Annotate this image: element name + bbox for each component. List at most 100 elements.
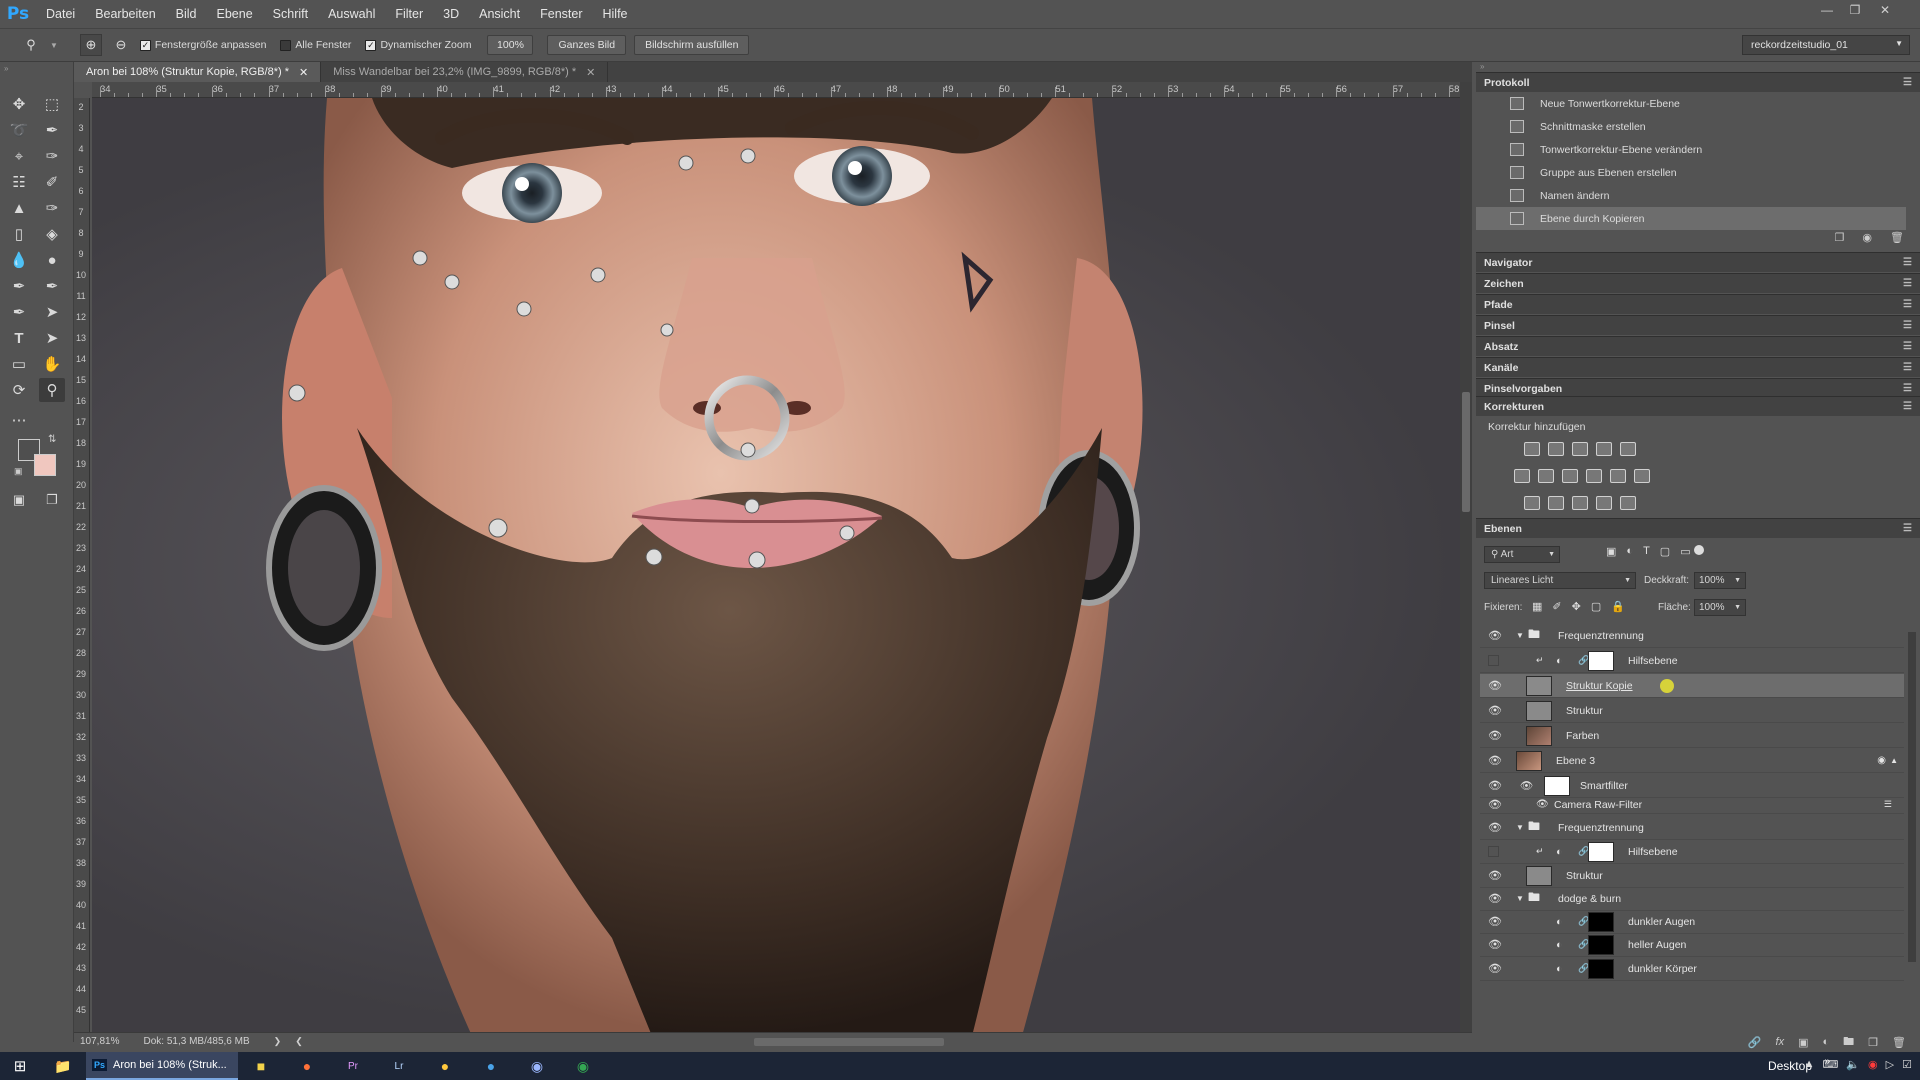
status-menu-arrow-icon[interactable]: ❯ <box>274 1036 282 1047</box>
history-item[interactable]: Neue Tonwertkorrektur-Ebene <box>1476 92 1906 115</box>
color-balance-icon[interactable] <box>1538 469 1554 483</box>
layer-name[interactable]: Frequenztrennung <box>1558 630 1644 642</box>
photo-filter-icon[interactable] <box>1586 469 1602 483</box>
layer-mask-thumbnail[interactable] <box>1588 911 1614 932</box>
menu-bild[interactable]: Bild <box>166 7 207 21</box>
panel-menu-icon[interactable]: ☰ <box>1903 320 1912 331</box>
blend-mode-select[interactable]: Lineares Licht ▼ <box>1484 572 1636 589</box>
group-expand-chevron-icon[interactable]: ▼ <box>1516 631 1524 640</box>
visibility-eye-icon[interactable]: 👁 <box>1488 938 1502 951</box>
fx-icon[interactable]: fx <box>1776 1036 1785 1048</box>
document-size[interactable]: Dok: 51,3 MB/485,6 MB <box>143 1036 249 1047</box>
new-group-icon[interactable]: 🖿 <box>1843 1033 1854 1052</box>
layer-row[interactable]: 👁 ▼ 🖿 Frequenztrennung <box>1480 624 1904 648</box>
lock-transparent-icon[interactable]: ▦ <box>1532 600 1542 613</box>
tray-up-icon[interactable]: ▲ <box>1804 1058 1815 1071</box>
clone-stamp-tool-icon[interactable]: ▲ <box>6 196 32 220</box>
move-tool-icon[interactable]: ✥ <box>6 92 32 116</box>
chrome-icon[interactable]: ◉ <box>560 1052 606 1080</box>
panel-collapse-icon[interactable]: » <box>1480 62 1484 71</box>
marquee-tool-icon[interactable]: ⬚ <box>39 92 65 116</box>
panel-menu-icon[interactable]: ☰ <box>1903 401 1912 412</box>
fit-screen-button[interactable]: Ganzes Bild <box>547 35 627 55</box>
notifications-icon[interactable]: ☑ <box>1902 1058 1912 1071</box>
layer-name[interactable]: dodge & burn <box>1558 893 1621 905</box>
visibility-eye-icon[interactable]: 👁 <box>1488 704 1502 717</box>
link-layers-icon[interactable]: 🔗 <box>1748 1036 1762 1049</box>
quick-selection-tool-icon[interactable]: ✒ <box>39 118 65 142</box>
filter-type-icon[interactable]: T <box>1643 545 1650 558</box>
layer-row[interactable]: 👁 Struktur <box>1480 699 1904 723</box>
tab-aron[interactable]: Aron bei 108% (Struktur Kopie, RGB/8*) *… <box>74 62 322 82</box>
panel-menu-icon[interactable]: ☰ <box>1903 257 1912 268</box>
browser-icon[interactable]: ● <box>468 1052 514 1080</box>
hand-tool-icon[interactable]: ✋ <box>39 352 65 376</box>
paint-bucket-tool-icon[interactable]: ◈ <box>39 222 65 246</box>
layer-filter-select[interactable]: ⚲ Art ▼ <box>1484 546 1560 563</box>
visibility-eye-icon[interactable]: 👁 <box>1488 892 1502 905</box>
folder-icon[interactable]: ● <box>422 1052 468 1080</box>
zoom-in-icon[interactable]: ⊕ <box>79 34 102 56</box>
layers-panel-header[interactable]: Ebenen ☰ <box>1476 518 1920 538</box>
panel-header-kanäle[interactable]: Kanäle ☰ <box>1476 357 1920 377</box>
scroll-left-icon[interactable]: ❮ <box>295 1036 303 1047</box>
gradient-map-icon[interactable] <box>1620 496 1636 510</box>
curves-icon[interactable] <box>1572 442 1588 456</box>
lock-image-icon[interactable]: ✐ <box>1552 600 1561 613</box>
background-color-swatch[interactable] <box>34 454 56 476</box>
selective-color-icon[interactable] <box>1596 496 1612 510</box>
screen-mode-icon[interactable]: ❐ <box>39 488 65 512</box>
filter-pixel-icon[interactable]: ▣ <box>1606 545 1616 558</box>
layer-name[interactable]: Struktur <box>1566 870 1603 882</box>
tool-preset-chevron-icon[interactable]: ▼ <box>50 41 58 50</box>
rotate-view-tool-icon[interactable]: ⟳ <box>6 378 32 402</box>
adjustments-panel-header[interactable]: Korrekturen ☰ <box>1476 396 1920 416</box>
opacity-field[interactable]: 100% ▼ <box>1694 572 1746 589</box>
panel-menu-icon[interactable]: ☰ <box>1903 341 1912 352</box>
visibility-eye-icon[interactable]: 👁 <box>1488 821 1502 834</box>
all-windows-checkbox[interactable]: Alle Fenster <box>280 39 351 51</box>
crop-tool-icon[interactable]: ⌖ <box>6 144 32 168</box>
collapse-effects-chevron-icon[interactable]: ▲ <box>1890 756 1898 765</box>
layer-name[interactable]: dunkler Körper <box>1628 963 1697 975</box>
menu-ansicht[interactable]: Ansicht <box>469 7 530 21</box>
menu-ebene[interactable]: Ebene <box>207 7 263 21</box>
app-icon-yellow[interactable]: ■ <box>238 1052 284 1080</box>
layer-thumbnail[interactable] <box>1526 675 1552 696</box>
visibility-eye-icon[interactable]: 👁 <box>1488 754 1502 767</box>
curvature-pen-tool-icon[interactable]: ✒ <box>6 300 32 324</box>
network-icon[interactable]: ▷ <box>1886 1058 1894 1071</box>
history-brush-tool-icon[interactable]: ✑ <box>39 196 65 220</box>
layer-mask-thumbnail[interactable] <box>1588 841 1614 862</box>
taskbar-photoshop-window[interactable]: Ps Aron bei 108% (Struk... <box>86 1052 238 1080</box>
lightroom-icon[interactable]: Lr <box>376 1052 422 1080</box>
document-canvas[interactable] <box>92 98 1460 1036</box>
panel-menu-icon[interactable]: ☰ <box>1903 278 1912 289</box>
layer-thumbnail[interactable] <box>1526 865 1552 886</box>
panel-header-zeichen[interactable]: Zeichen ☰ <box>1476 273 1920 293</box>
new-layer-icon[interactable]: ❐ <box>1868 1036 1878 1049</box>
layers-scrollbar[interactable] <box>1908 632 1916 962</box>
brightness-contrast-icon[interactable] <box>1524 442 1540 456</box>
keyboard-icon[interactable]: ⌨ <box>1822 1058 1838 1071</box>
scrollbar-thumb[interactable] <box>1462 392 1470 512</box>
lock-all-icon[interactable]: 🔒 <box>1611 600 1625 613</box>
visibility-eye-icon[interactable]: 👁 <box>1488 869 1502 882</box>
lasso-tool-icon[interactable]: ➰ <box>6 118 32 142</box>
menu-auswahl[interactable]: Auswahl <box>318 7 385 21</box>
layer-mask-thumbnail[interactable] <box>1588 650 1614 671</box>
fill-field[interactable]: 100% ▼ <box>1694 599 1746 616</box>
panel-header-navigator[interactable]: Navigator ☰ <box>1476 252 1920 272</box>
filter-shape-icon[interactable]: ▢ <box>1660 545 1670 558</box>
filter-visibility-eye-icon[interactable]: 👁 <box>1536 799 1549 810</box>
filter-toggle-icon[interactable] <box>1694 545 1704 555</box>
panel-menu-icon[interactable]: ☰ <box>1903 383 1912 394</box>
layer-row[interactable]: 👁 Farben <box>1480 724 1904 748</box>
menu-bearbeiten[interactable]: Bearbeiten <box>85 7 165 21</box>
menu-hilfe[interactable]: Hilfe <box>593 7 638 21</box>
smart-object-thumbnail[interactable] <box>1516 750 1542 771</box>
layer-row[interactable]: 👁 ◐ 🔗 heller Augen <box>1480 933 1904 957</box>
vertical-scrollbar[interactable] <box>1460 82 1472 1036</box>
panel-menu-icon[interactable]: ☰ <box>1903 523 1912 534</box>
default-colors-icon[interactable]: ▣ <box>14 466 23 477</box>
